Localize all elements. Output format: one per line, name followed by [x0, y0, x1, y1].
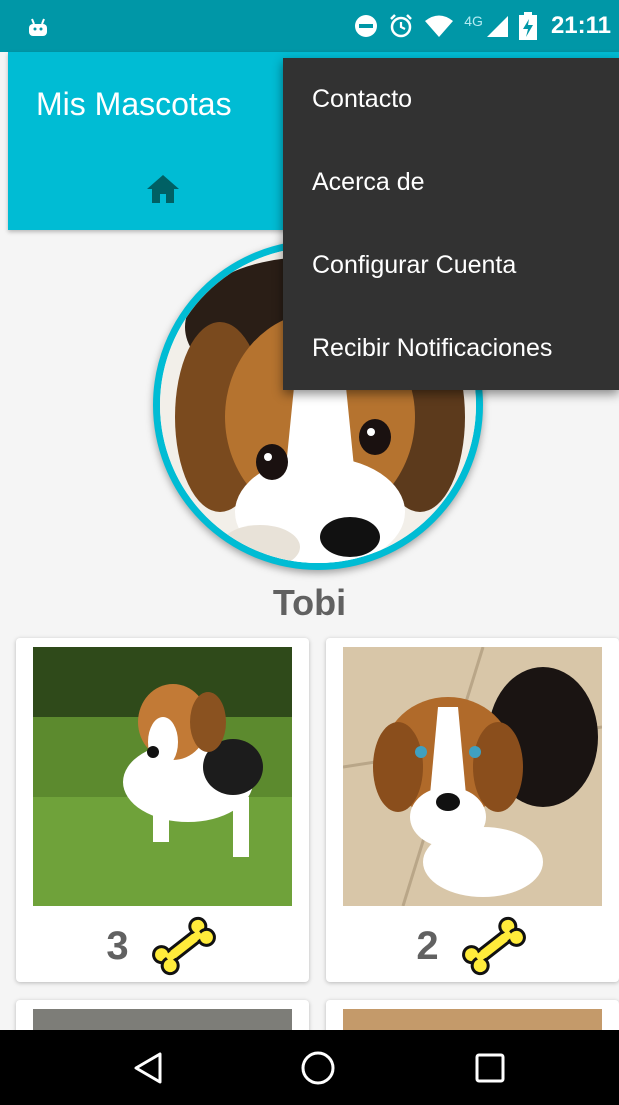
photo-card[interactable]: 3 — [16, 638, 309, 982]
overflow-menu: Contacto Acerca de Configurar Cuenta Rec… — [283, 58, 619, 390]
menu-item-contacto[interactable]: Contacto — [283, 58, 619, 141]
home-circle-icon[interactable] — [300, 1050, 336, 1086]
battery-charging-icon — [518, 12, 537, 40]
likes-row: 3 — [16, 916, 309, 976]
alarm-icon — [390, 14, 413, 38]
pet-name: Tobi — [272, 582, 347, 623]
android-icon — [29, 18, 47, 36]
navigation-bar — [0, 1030, 619, 1105]
likes-row: 2 — [326, 916, 619, 976]
home-icon[interactable] — [146, 172, 180, 206]
menu-item-configurar-cuenta[interactable]: Configurar Cuenta — [283, 224, 619, 307]
likes-count: 3 — [106, 923, 129, 968]
do-not-disturb-icon — [355, 15, 378, 37]
photo-card[interactable]: 2 — [326, 638, 619, 982]
back-icon[interactable] — [130, 1050, 166, 1086]
bone-icon[interactable] — [459, 916, 529, 976]
pet-photo — [33, 647, 292, 906]
bone-icon[interactable] — [149, 916, 219, 976]
wifi-icon — [425, 15, 454, 37]
network-type: 4G — [464, 13, 483, 29]
likes-count: 2 — [416, 923, 439, 968]
status-bar: 4G 21:11 — [0, 0, 619, 52]
recents-icon[interactable] — [472, 1050, 508, 1086]
status-time: 21:11 — [550, 12, 611, 39]
app-title: Mis Mascotas — [36, 86, 232, 122]
signal-icon — [486, 16, 508, 37]
pet-photo — [343, 647, 602, 906]
menu-item-acerca-de[interactable]: Acerca de — [283, 141, 619, 224]
menu-item-recibir-notificaciones[interactable]: Recibir Notificaciones — [283, 307, 619, 390]
